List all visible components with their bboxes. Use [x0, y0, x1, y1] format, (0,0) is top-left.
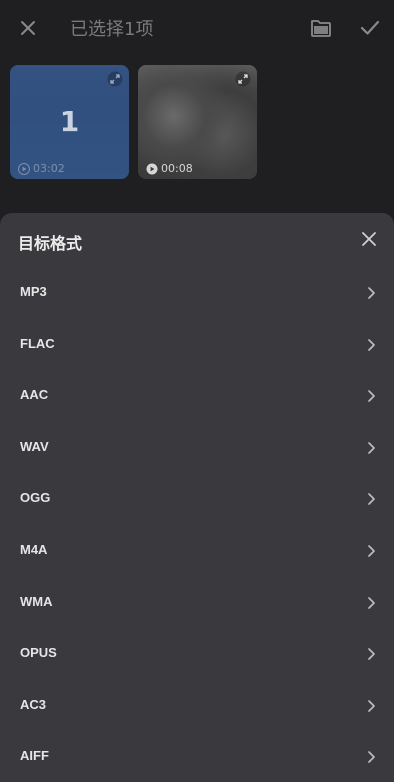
- format-item-opus[interactable]: OPUS: [0, 628, 394, 680]
- duration-text: 03:02: [33, 162, 65, 175]
- duration-label: 00:08: [146, 162, 193, 175]
- expand-button[interactable]: [235, 71, 251, 87]
- chevron-right-icon: [368, 596, 375, 609]
- selection-number: 1: [59, 105, 80, 138]
- play-icon: [146, 163, 158, 174]
- format-item-wav[interactable]: WAV: [0, 422, 394, 474]
- chevron-right-icon: [368, 441, 375, 454]
- chevron-right-icon: [368, 545, 375, 557]
- media-thumbnail[interactable]: 00:08: [138, 65, 257, 179]
- format-item-wma[interactable]: WMA: [0, 577, 394, 629]
- expand-icon: [107, 71, 123, 87]
- sheet-header: 目标格式: [0, 213, 394, 269]
- format-label: AIFF: [20, 748, 49, 764]
- format-label: M4A: [20, 541, 48, 557]
- close-icon: [21, 21, 35, 35]
- sheet-title: 目标格式: [18, 234, 83, 253]
- duration-text: 00:08: [161, 162, 193, 175]
- chevron-right-icon: [368, 699, 375, 712]
- format-list: MP3 FLAC AAC WAV OGG M4A WMA OPUS AC3 AI…: [0, 267, 394, 782]
- chevron-right-icon: [368, 493, 375, 506]
- confirm-button[interactable]: [356, 14, 384, 42]
- format-label: OPUS: [20, 645, 57, 661]
- duration-label: 03:02: [18, 162, 65, 175]
- play-icon: [18, 162, 30, 175]
- chevron-right-icon: [368, 751, 375, 764]
- expand-icon: [235, 71, 251, 87]
- top-bar: 已选择1项: [0, 0, 394, 56]
- format-label: AC3: [20, 696, 47, 712]
- media-thumbnail-selected[interactable]: 1 03:02: [10, 65, 129, 179]
- sheet-close-button[interactable]: [358, 228, 380, 250]
- chevron-right-icon: [368, 390, 375, 403]
- check-icon: [360, 20, 380, 35]
- folder-icon: [311, 20, 331, 37]
- page-title: 已选择1项: [70, 19, 154, 40]
- chevron-right-icon: [368, 287, 375, 299]
- chevron-right-icon: [368, 338, 375, 351]
- format-item-aiff[interactable]: AIFF: [0, 731, 394, 782]
- format-item-aac[interactable]: AAC: [0, 370, 394, 422]
- chevron-right-icon: [368, 648, 375, 661]
- close-button[interactable]: [14, 14, 42, 42]
- close-icon: [362, 232, 376, 246]
- format-label: FLAC: [20, 335, 55, 351]
- format-item-mp3[interactable]: MP3: [0, 267, 394, 319]
- format-item-ogg[interactable]: OGG: [0, 473, 394, 525]
- folder-button[interactable]: [308, 16, 334, 40]
- format-label: WAV: [20, 438, 49, 454]
- format-label: AAC: [20, 387, 49, 403]
- format-bottom-sheet: 目标格式 MP3 FLAC AAC WAV OGG M4A WMA OPUS A…: [0, 213, 394, 782]
- format-label: MP3: [20, 284, 47, 299]
- format-item-flac[interactable]: FLAC: [0, 319, 394, 371]
- screen: 已选择1项 1 03:02 00:08 目标格式 MP3 FLAC AAC WA…: [0, 0, 394, 782]
- format-label: WMA: [20, 593, 53, 609]
- format-item-ac3[interactable]: AC3: [0, 680, 394, 732]
- format-label: OGG: [20, 490, 51, 506]
- expand-button[interactable]: [107, 71, 123, 87]
- format-item-m4a[interactable]: M4A: [0, 525, 394, 577]
